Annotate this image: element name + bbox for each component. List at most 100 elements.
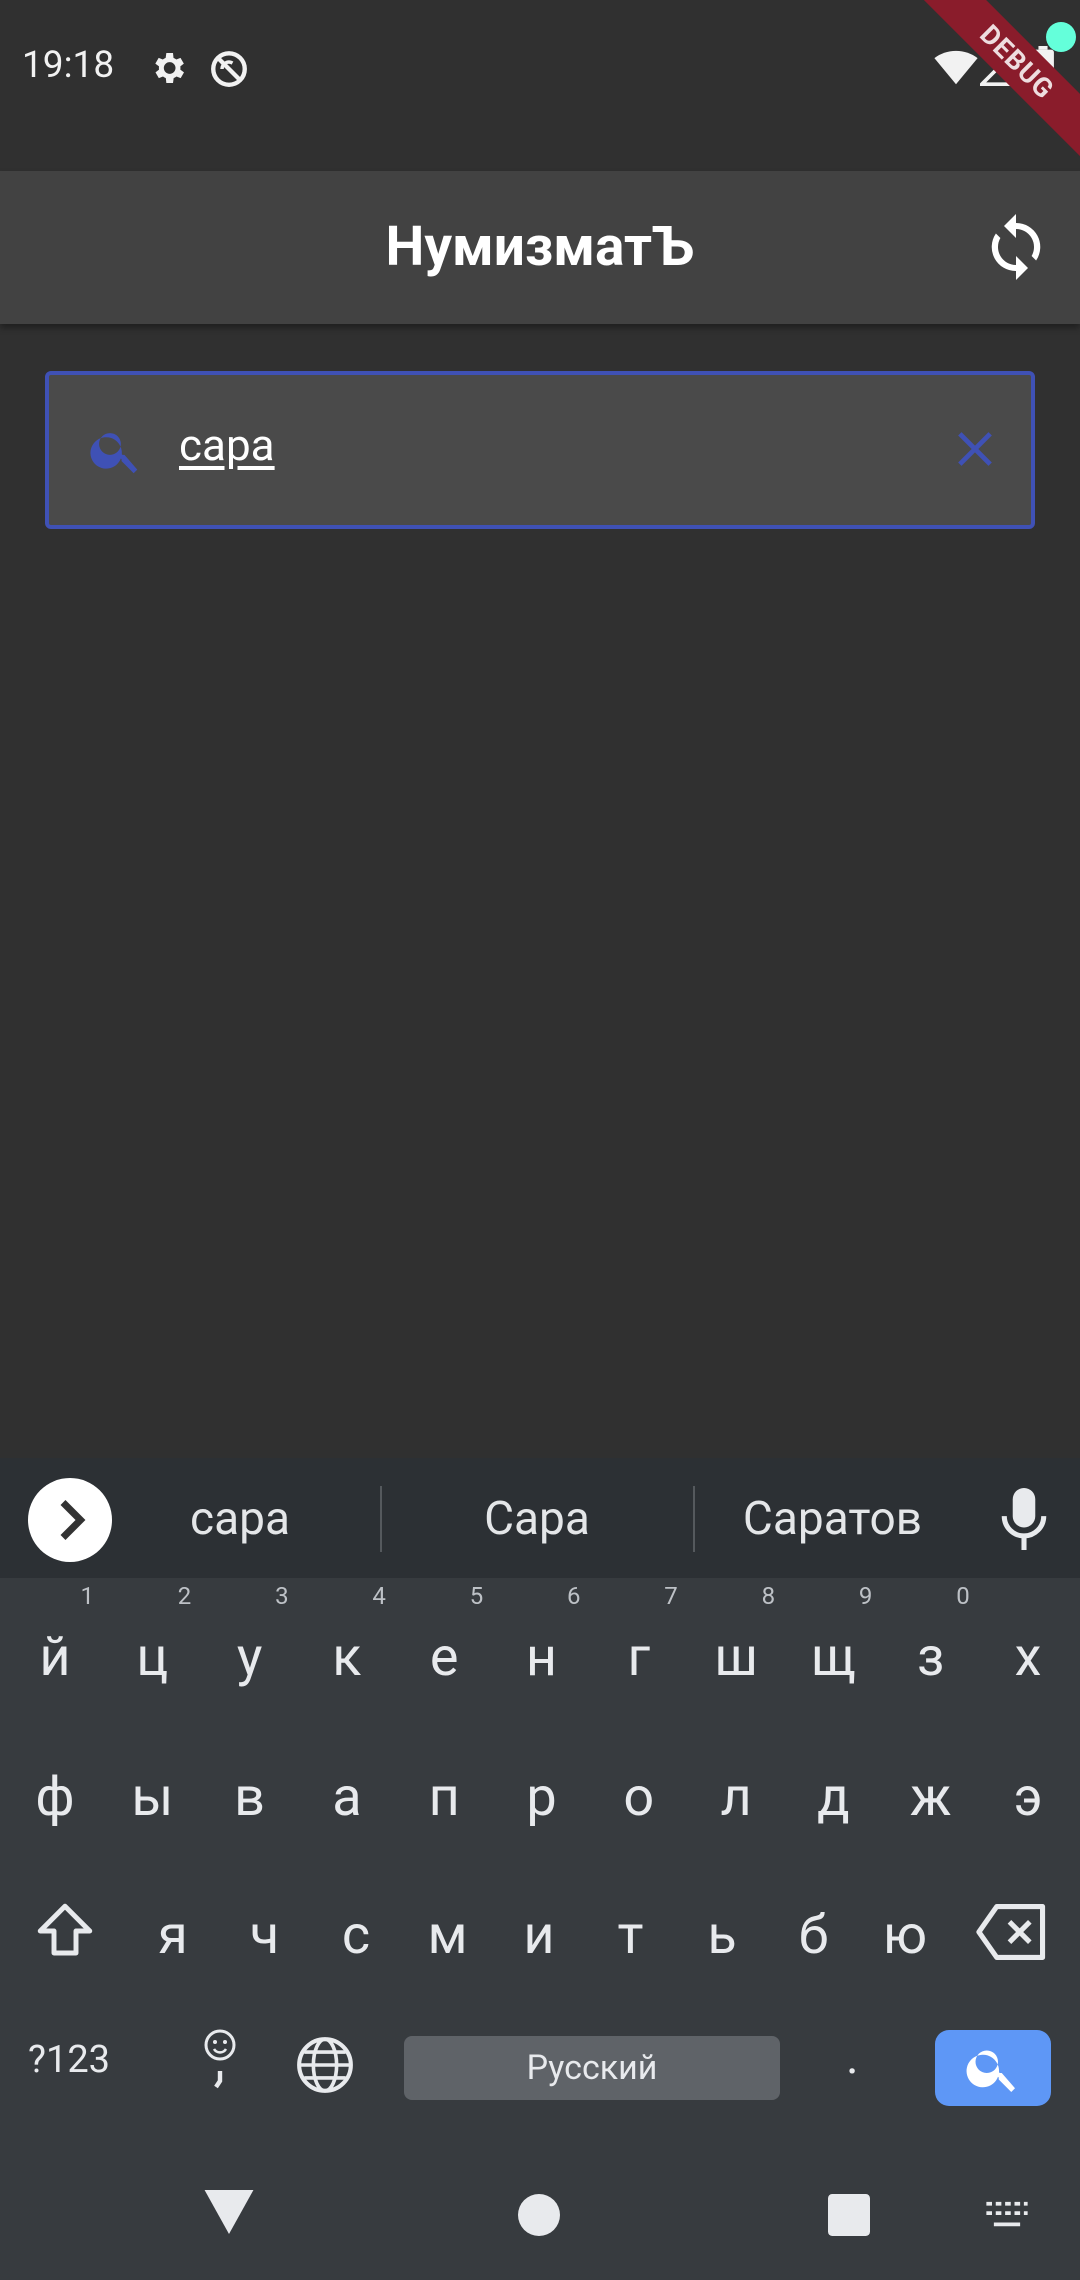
search-icon	[87, 421, 145, 483]
search-input[interactable]: сара	[45, 371, 1035, 529]
key-label: с	[341, 1904, 371, 1967]
key-label: щ	[811, 1626, 856, 1689]
sync-button[interactable]	[980, 211, 1052, 283]
keyboard-key[interactable]: щ9	[788, 1584, 878, 1718]
microphone-icon[interactable]	[1000, 1488, 1048, 1554]
key-label: ы	[131, 1766, 174, 1829]
key-label: у	[236, 1626, 263, 1689]
keyboard-key[interactable]: й1	[10, 1584, 100, 1718]
language-key[interactable]	[294, 2034, 356, 2100]
shift-key[interactable]	[32, 1898, 98, 1968]
keyboard-key[interactable]: ю	[860, 1876, 950, 1996]
key-label: б	[798, 1904, 829, 1967]
clear-search-icon[interactable]	[949, 423, 1001, 479]
no-sync-icon	[208, 48, 250, 94]
suggestion-item[interactable]: сара	[140, 1492, 340, 1546]
keyboard-key[interactable]: а	[302, 1738, 392, 1858]
key-label: ж	[910, 1766, 952, 1829]
period-key[interactable]: .	[846, 2028, 859, 2085]
key-label: в	[234, 1766, 266, 1829]
keyboard-key[interactable]: ь	[677, 1876, 767, 1996]
backspace-icon	[976, 1904, 1046, 1960]
key-number-hint: 1	[80, 1582, 95, 1610]
space-key[interactable]: Русский	[404, 2036, 780, 2100]
suggestion-item[interactable]: Саратов	[720, 1492, 945, 1546]
keyboard-key[interactable]: х	[983, 1598, 1073, 1718]
symbols-key[interactable]: ?123	[28, 2038, 110, 2082]
key-label: э	[1013, 1766, 1043, 1829]
key-number-hint: 8	[761, 1582, 776, 1610]
keyboard-key[interactable]: о	[594, 1738, 684, 1858]
keyboard-key[interactable]: ц2	[107, 1584, 197, 1718]
key-label: е	[429, 1626, 459, 1689]
status-bar: 19:18	[0, 0, 1080, 171]
key-number-hint: 5	[469, 1582, 484, 1610]
keyboard-key[interactable]: ч	[220, 1876, 310, 1996]
keyboard-key[interactable]: в	[205, 1738, 295, 1858]
home-button[interactable]	[518, 2194, 560, 2240]
emoji-key[interactable]	[200, 2028, 240, 2100]
emoji-icon	[204, 2029, 236, 2089]
backspace-key[interactable]	[976, 1904, 1048, 1964]
search-input-value[interactable]: сара	[179, 419, 275, 471]
keyboard-key[interactable]: ф	[10, 1738, 100, 1858]
keyboard-key[interactable]: п	[399, 1738, 489, 1858]
key-label: д	[817, 1766, 850, 1829]
keyboard-switch-button[interactable]	[984, 2200, 1030, 2234]
key-label: ь	[707, 1904, 737, 1967]
keyboard-key[interactable]: к4	[302, 1584, 392, 1718]
key-label: м	[427, 1904, 468, 1967]
keyboard-key[interactable]: е5	[399, 1584, 489, 1718]
page-title: НумизматЪ	[385, 215, 695, 279]
keyboard-key[interactable]: э	[983, 1738, 1073, 1858]
suggestion-item[interactable]: Сара	[437, 1492, 637, 1546]
recents-square-icon	[828, 2194, 870, 2236]
key-label: н	[525, 1626, 558, 1689]
key-label: и	[523, 1904, 555, 1967]
key-label: й	[39, 1626, 71, 1689]
suggestion-bar: сара Сара Саратов	[0, 1458, 1080, 1578]
keyboard-key[interactable]: ш8	[691, 1584, 781, 1718]
key-label: о	[623, 1766, 655, 1829]
key-label: л	[720, 1766, 752, 1829]
key-label: ю	[882, 1904, 928, 1967]
keyboard-key[interactable]: у3	[205, 1584, 295, 1718]
sync-icon	[991, 214, 1041, 280]
key-label: ц	[136, 1626, 169, 1689]
settings-icon	[148, 48, 188, 92]
shift-icon	[37, 1903, 93, 1956]
keyboard-key[interactable]: и	[494, 1876, 584, 1996]
home-circle-icon	[518, 2194, 560, 2236]
key-label: р	[526, 1766, 557, 1829]
key-number-hint: 3	[275, 1582, 289, 1610]
key-number-hint: 9	[858, 1582, 873, 1610]
keyboard-key[interactable]: з0	[886, 1584, 976, 1718]
keyboard-key[interactable]: л	[691, 1738, 781, 1858]
key-number-hint: 7	[664, 1582, 678, 1610]
expand-toolbar-button[interactable]	[28, 1478, 112, 1562]
keyboard-key[interactable]: б	[769, 1876, 859, 1996]
keyboard-key[interactable]: д	[788, 1738, 878, 1858]
keyboard-key[interactable]: р	[497, 1738, 587, 1858]
search-action-key[interactable]	[935, 2030, 1051, 2106]
keyboard-key[interactable]: с	[311, 1876, 401, 1996]
key-label: я	[158, 1904, 188, 1967]
keyboard-key[interactable]: т	[586, 1876, 676, 1996]
key-number-hint: 4	[372, 1582, 386, 1610]
keyboard-key[interactable]: ж	[886, 1738, 976, 1858]
chevron-right-icon	[60, 1500, 86, 1540]
recents-button[interactable]	[828, 2194, 870, 2240]
key-label: ф	[35, 1766, 75, 1829]
system-nav-bar	[0, 2136, 1080, 2280]
keyboard-key[interactable]: ы	[107, 1738, 197, 1858]
key-label: п	[428, 1766, 460, 1829]
back-triangle-icon	[204, 2190, 254, 2234]
key-label: з	[916, 1626, 945, 1689]
keyboard-key[interactable]: м	[403, 1876, 493, 1996]
keyboard-key[interactable]: н6	[497, 1584, 587, 1718]
key-label: х	[1014, 1626, 1042, 1689]
back-button[interactable]	[204, 2190, 254, 2238]
globe-icon	[297, 2037, 353, 2093]
keyboard-key[interactable]: г7	[594, 1584, 684, 1718]
keyboard-key[interactable]: я	[128, 1876, 218, 1996]
